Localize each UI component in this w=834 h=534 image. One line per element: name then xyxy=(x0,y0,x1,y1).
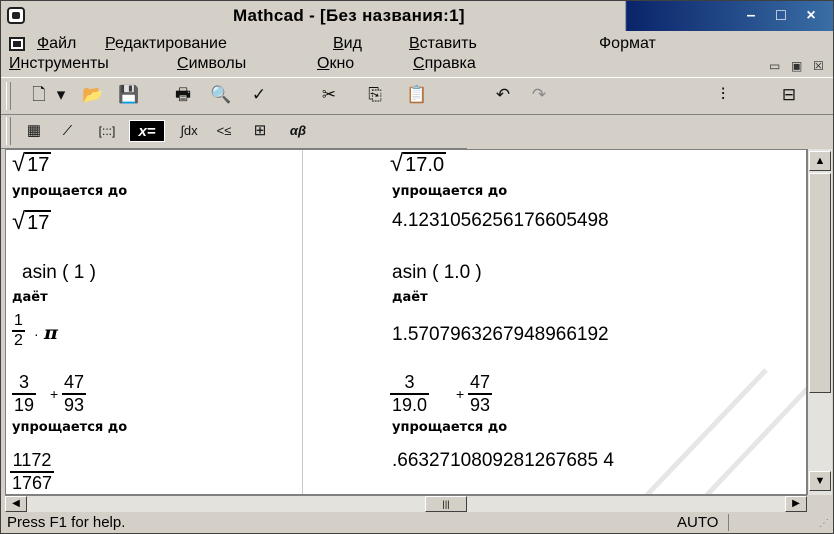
new-document-icon[interactable]: 🗋 xyxy=(27,84,51,106)
menu-help[interactable]: Справка xyxy=(413,55,476,73)
menu-bar: Файл Редактирование Вид Вставить Формат … xyxy=(1,33,833,75)
doc-restore-button[interactable]: ▣ xyxy=(791,59,802,73)
sqrt-float-result[interactable]: 4.1231056256176605498 xyxy=(392,210,609,232)
dropdown-arrow-icon[interactable]: ▾ xyxy=(53,84,69,106)
fraction-result[interactable]: 1172 1767 xyxy=(10,450,55,494)
menu-view[interactable]: Вид xyxy=(333,35,362,53)
simplify-label: упрощается до xyxy=(12,184,128,199)
math-toolbar: ▦ ⁄ [:::] x= ∫dx <≤ ⊞ αβ xyxy=(1,114,467,149)
asin-float-expression[interactable]: asin ( 1.0 ) xyxy=(392,262,482,284)
spell-check-icon[interactable]: ✓ xyxy=(247,84,271,106)
matrix-icon[interactable]: [:::] xyxy=(87,120,127,142)
doc-close-button[interactable]: ☒ xyxy=(813,59,824,73)
fraction-47-93[interactable]: 47 93 xyxy=(62,372,87,416)
worksheet[interactable]: √ 17 упрощается до √ 17 asin ( 1 ) даёт 1 … xyxy=(5,149,807,495)
open-folder-icon[interactable]: 📂 xyxy=(81,84,105,106)
calc-mode-indicator: AUTO xyxy=(677,514,730,531)
redo-icon[interactable]: ↷ xyxy=(527,84,551,106)
scroll-left-button[interactable]: ◀ xyxy=(5,496,27,512)
print-preview-icon[interactable]: 🔍 xyxy=(209,84,233,106)
resize-grip-icon[interactable]: ⋰ xyxy=(819,518,829,529)
menu-symbols[interactable]: Символы xyxy=(177,55,246,73)
title-bar[interactable]: Mathcad - [Без названия:1] – □ × xyxy=(1,1,833,31)
minimize-button[interactable]: – xyxy=(741,7,761,25)
status-bar: Press F1 for help. AUTO ⋰ xyxy=(1,513,833,533)
greek-icon[interactable]: αβ xyxy=(283,120,313,142)
calculus-icon[interactable]: ∫dx xyxy=(173,120,205,142)
math-toolbar-grip[interactable] xyxy=(6,117,11,145)
graph-icon[interactable]: ⁄ xyxy=(55,120,81,142)
evaluation-icon[interactable]: x= xyxy=(129,120,165,142)
copy-icon[interactable]: ⎘ xyxy=(363,84,387,106)
scroll-right-button[interactable]: ▶ xyxy=(785,496,807,512)
cut-icon[interactable]: ✂ xyxy=(317,84,341,106)
document-icon[interactable] xyxy=(9,37,25,51)
mathcad-app-icon[interactable] xyxy=(7,7,25,24)
menu-format[interactable]: Формат xyxy=(599,35,656,53)
mathcad-window: Mathcad - [Без названия:1] – □ × Файл Ре… xyxy=(0,0,834,534)
menu-insert[interactable]: Вставить xyxy=(409,35,477,53)
menu-file[interactable]: Файл xyxy=(37,35,76,53)
asin-expression[interactable]: asin ( 1 ) xyxy=(22,262,96,284)
pi-symbol: π xyxy=(44,322,58,344)
vertical-scrollbar[interactable]: ▲ ▼ xyxy=(807,149,832,495)
multiply-operator: · xyxy=(34,326,39,342)
sqrt-expression[interactable]: √ 17 xyxy=(12,150,52,178)
vertical-scroll-thumb[interactable] xyxy=(809,173,831,393)
column-divider xyxy=(302,150,303,494)
calculator-icon[interactable]: ▦ xyxy=(21,120,47,142)
status-help-text: Press F1 for help. xyxy=(7,514,126,531)
standard-toolbar: 🗋 ▾ 📂 💾 🖶 🔍 ✓ ✂ ⎘ 📋 ↶ ↷ ⫶ ⊟ xyxy=(1,77,833,115)
plus-operator: + xyxy=(50,386,59,402)
fraction-3-19-float[interactable]: 3 19.0 xyxy=(390,372,430,416)
scroll-up-button[interactable]: ▲ xyxy=(809,151,831,171)
menu-edit[interactable]: Редактирование xyxy=(105,35,227,53)
scroll-down-button[interactable]: ▼ xyxy=(809,471,831,491)
simplify-label-float: упрощается до xyxy=(392,184,508,199)
sqrt-float-expression[interactable]: √ 17.0 xyxy=(390,150,447,178)
fraction-float-result[interactable]: .6632710809281267685 4 xyxy=(392,450,614,472)
undo-icon[interactable]: ↶ xyxy=(491,84,515,106)
half-fraction[interactable]: 1 2 xyxy=(12,312,25,350)
programming-icon[interactable]: ⊞ xyxy=(245,120,275,142)
print-icon[interactable]: 🖶 xyxy=(171,84,195,106)
sqrt-result[interactable]: √ 17 xyxy=(12,208,52,236)
menu-tools[interactable]: Инструменты xyxy=(9,55,109,73)
yields-label: даёт xyxy=(12,290,48,305)
window-title: Mathcad - [Без названия:1] xyxy=(233,6,465,25)
simplify-label-float-2: упрощается до xyxy=(392,420,508,435)
horizontal-scroll-thumb[interactable]: ||| xyxy=(425,496,467,512)
align-vertical-icon[interactable]: ⊟ xyxy=(777,84,801,106)
save-icon[interactable]: 💾 xyxy=(117,84,141,106)
toolbar-grip[interactable] xyxy=(6,82,11,110)
fraction-47-93-float[interactable]: 47 93 xyxy=(468,372,493,416)
plus-operator-float: + xyxy=(456,386,465,402)
fraction-3-19[interactable]: 3 19 xyxy=(12,372,37,416)
watermark-strokes xyxy=(644,368,806,494)
align-horizontal-icon[interactable]: ⫶ xyxy=(711,84,735,106)
horizontal-scrollbar[interactable]: ◀ ||| ▶ xyxy=(5,495,807,512)
close-button[interactable]: × xyxy=(801,7,821,25)
yields-label-float: даёт xyxy=(392,290,428,305)
simplify-label-2: упрощается до xyxy=(12,420,128,435)
maximize-button[interactable]: □ xyxy=(771,7,791,25)
boolean-icon[interactable]: <≤ xyxy=(209,120,239,142)
doc-minimize-button[interactable]: ▭ xyxy=(769,59,780,73)
asin-float-result[interactable]: 1.5707963267948966192 xyxy=(392,324,609,346)
paste-icon[interactable]: 📋 xyxy=(405,84,429,106)
menu-window[interactable]: Окно xyxy=(317,55,354,73)
